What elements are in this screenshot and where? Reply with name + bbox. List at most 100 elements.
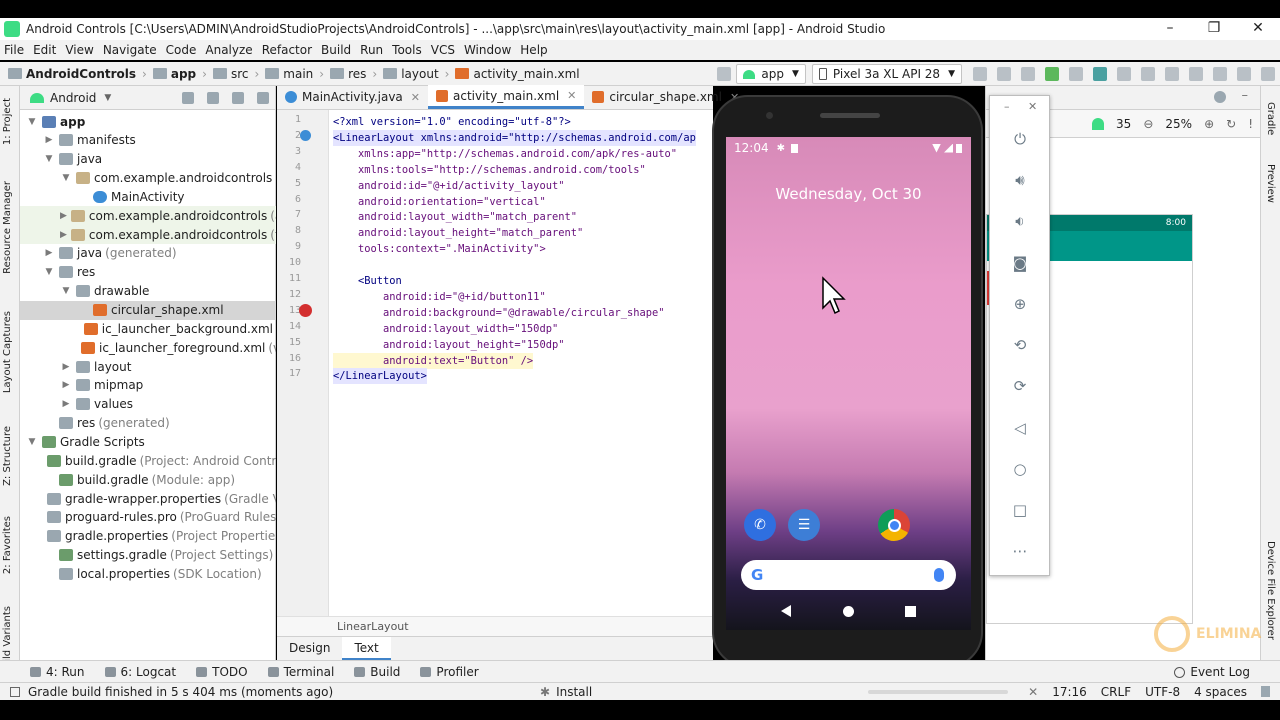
breadcrumb-main[interactable]: main › [265,67,324,81]
minimize-button[interactable]: – [1148,18,1192,40]
tool-build-variants[interactable]: ild Variants [2,606,13,662]
code-line[interactable]: android:id="@+id/activity_layout" [333,178,564,194]
code-line[interactable]: android:layout_width="150dp" [333,321,558,337]
event-log-button[interactable]: Event Log [1174,665,1250,679]
breadcrumb-app[interactable]: app › [152,67,207,81]
menu-refactor[interactable]: Refactor [262,43,312,57]
close-emulator-icon[interactable]: ✕ [1028,100,1037,113]
chevron-right-icon[interactable]: ▶ [60,230,67,240]
tree-item[interactable]: ▼ java [20,150,276,169]
breakpoint-icon[interactable] [299,304,312,317]
menu-help[interactable]: Help [520,43,547,57]
avd-manager-icon[interactable] [1165,67,1179,81]
menu-run[interactable]: Run [360,43,383,57]
tool-build[interactable]: Build [354,665,400,679]
breadcrumb-res[interactable]: res › [330,67,377,81]
device-dropdown[interactable]: Pixel 3a XL API 28 ▼ [811,64,962,84]
assistant-mic-icon[interactable] [934,568,944,582]
screenshot-camera-icon[interactable]: ◙ [1009,252,1031,274]
search-icon[interactable] [1237,67,1251,81]
apply-changes-icon[interactable] [1021,67,1035,81]
tree-item[interactable]: ▼ app [20,112,276,131]
tree-item[interactable]: settings.gradle (Project Settings) [20,546,276,565]
tree-item[interactable]: proguard-rules.pro(ProGuard Rules for a [20,508,276,527]
tool-device-file-explorer[interactable]: Device File Explorer [1265,541,1276,640]
code-line[interactable]: android:background="@drawable/circular_s… [333,305,665,321]
tree-item[interactable]: ▶ com.example.androidcontrols(test) [20,225,276,245]
menu-file[interactable]: File [4,43,24,57]
warning-icon[interactable]: ! [1248,117,1253,131]
line-separator[interactable]: CRLF [1101,685,1131,699]
chevron-down-icon[interactable]: ▼ [26,117,38,127]
tool-favorites[interactable]: 2: Favorites [2,516,13,574]
code-area[interactable]: <?xml version="1.0" encoding="utf-8"?> <L… [329,110,713,626]
indent-setting[interactable]: 4 spaces [1194,685,1247,699]
tree-item[interactable]: ▶ mipmap [20,376,276,395]
messages-app-icon[interactable]: ☰ [788,509,820,541]
hide-panel-icon[interactable] [257,92,269,104]
google-search-bar[interactable]: G [741,560,956,590]
tree-item[interactable]: ▼ Gradle Scripts [20,432,276,451]
emulator-screen[interactable]: 12:04 ✱ Wednesday, Oct 30 ✆ ☰ G [726,137,971,630]
sync-icon[interactable] [1141,67,1155,81]
chevron-down-icon[interactable]: ▼ [43,267,55,277]
lock-icon[interactable] [1261,686,1270,697]
tree-item[interactable]: ▼ com.example.androidcontrols [20,169,276,188]
maximize-button[interactable]: ❐ [1192,18,1236,40]
profile-icon[interactable] [1069,67,1083,81]
tool-preview[interactable]: Preview [1265,164,1276,203]
recents-icon[interactable] [905,606,916,617]
api-level[interactable]: 35 [1116,117,1131,131]
overview-icon[interactable]: □ [1009,499,1031,521]
code-line[interactable]: android:orientation="vertical" [333,194,546,210]
tree-item[interactable]: gradle-wrapper.properties(Gradle Versio [20,489,276,508]
chevron-down-icon[interactable]: ▼ [104,93,111,103]
status-message[interactable]: Gradle build finished in 5 s 404 ms (mom… [28,685,333,699]
code-line[interactable]: <?xml version="1.0" encoding="utf-8"?> [333,114,571,130]
chevron-right-icon[interactable]: ▶ [60,399,72,409]
tree-item[interactable]: ▶ com.example.androidcontrols(andro [20,206,276,226]
file-encoding[interactable]: UTF-8 [1145,685,1180,699]
gear-icon[interactable] [1214,91,1226,103]
debug-icon[interactable] [1045,67,1059,81]
code-line[interactable]: android:layout_height="150dp" [333,337,564,353]
code-line[interactable]: <Button [333,273,402,289]
tree-item[interactable]: circular_shape.xml [20,300,276,320]
zoom-out-icon[interactable]: ⊖ [1143,117,1153,131]
zoom-icon[interactable]: ⊕ [1009,293,1031,315]
menu-edit[interactable]: Edit [33,43,56,57]
attach-debugger-icon[interactable] [1093,67,1107,81]
chevron-down-icon[interactable]: ▼ [60,173,72,183]
tool-project[interactable]: 1: Project [2,98,13,145]
tree-item[interactable]: ▼ res [20,263,276,282]
tab-design[interactable]: Design [277,637,342,660]
class-gutter-icon[interactable] [300,130,311,141]
chevron-right-icon[interactable]: ▶ [60,362,72,372]
power-icon[interactable]: ⏻ [1009,128,1031,150]
home-icon[interactable] [843,606,854,617]
back-icon[interactable] [781,605,791,617]
tab-mainactivity[interactable]: MainActivity.java ✕ [277,85,428,109]
chevron-down-icon[interactable]: ▼ [60,286,72,296]
hammer-icon[interactable] [717,67,732,81]
breadcrumb-project[interactable]: AndroidControls › [8,67,147,81]
menu-navigate[interactable]: Navigate [103,43,157,57]
status-panel-icon[interactable] [10,686,20,697]
chevron-down-icon[interactable]: ▼ [43,154,55,164]
menu-tools[interactable]: Tools [392,43,422,57]
tool-resource-manager[interactable]: Resource Manager [2,181,13,274]
back-icon[interactable]: ◁ [1009,417,1031,439]
menu-analyze[interactable]: Analyze [205,43,252,57]
code-line[interactable]: android:layout_width="match_parent" [333,209,577,225]
tool-profiler[interactable]: Profiler [420,665,479,679]
tree-item[interactable]: ▼ drawable [20,282,276,301]
volume-up-icon[interactable]: 🔊︎ [1009,169,1031,191]
tool-run[interactable]: 4: Run [30,665,85,679]
tree-item[interactable]: res (generated) [20,414,276,433]
code-line[interactable]: android:layout_height="match_parent" [333,225,583,241]
tool-logcat[interactable]: 6: Logcat [104,665,176,679]
menu-window[interactable]: Window [464,43,511,57]
chevron-right-icon[interactable]: ▶ [60,211,67,221]
rerun-icon[interactable] [997,67,1011,81]
close-icon[interactable]: ✕ [411,91,420,104]
